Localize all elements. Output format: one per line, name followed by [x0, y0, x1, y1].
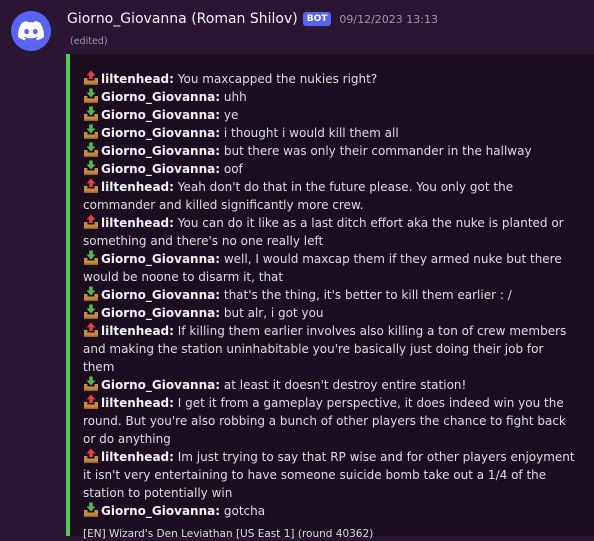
username[interactable]: Giorno_Giovanna (Roman Shilov) [67, 11, 298, 27]
chat-message: Giorno_Giovanna: at least it doesn't des… [83, 376, 577, 394]
chat-message: liltenhead: You can do it like as a last… [83, 214, 577, 250]
message-author: liltenhead: [101, 216, 174, 230]
arrow-down-box-icon [83, 88, 99, 104]
arrow-down-box-icon [83, 304, 99, 320]
timestamp[interactable]: 09/12/2023 13:13 [339, 13, 438, 26]
message-text: at least it doesn't destroy entire stati… [223, 378, 467, 392]
chat-message: Giorno_Giovanna: but alr, i got you [83, 304, 577, 322]
arrow-up-box-icon [83, 70, 99, 86]
chat-message: Giorno_Giovanna: oof [83, 160, 577, 178]
chat-log: liltenhead: You maxcapped the nukies rig… [83, 70, 577, 520]
arrow-down-box-icon [83, 250, 99, 266]
arrow-down-box-icon [83, 106, 99, 122]
chat-message: liltenhead: You maxcapped the nukies rig… [83, 70, 577, 88]
message-text: i thought i would kill them all [223, 126, 399, 140]
message-text: that's the thing, it's better to kill th… [223, 288, 512, 302]
arrow-down-box-icon [83, 286, 99, 302]
message-text: You maxcapped the nukies right? [177, 72, 378, 86]
chat-message: liltenhead: I get it from a gameplay per… [83, 394, 577, 448]
avatar[interactable] [11, 11, 51, 51]
chat-message: liltenhead: Yeah don't do that in the fu… [83, 178, 577, 214]
arrow-down-box-icon [83, 142, 99, 158]
message-author: Giorno_Giovanna: [101, 144, 221, 158]
message-author: liltenhead: [101, 180, 174, 194]
embed-accent-bar [66, 54, 70, 536]
message-embed: liltenhead: You maxcapped the nukies rig… [66, 54, 594, 540]
message-author: Giorno_Giovanna: [101, 504, 221, 518]
message-text: ye [223, 108, 239, 122]
arrow-down-box-icon [83, 502, 99, 518]
chat-message: liltenhead: Im just trying to say that R… [83, 448, 577, 502]
message-author: Giorno_Giovanna: [101, 162, 221, 176]
chat-message: Giorno_Giovanna: well, I would maxcap th… [83, 250, 577, 286]
message-author: Giorno_Giovanna: [101, 90, 221, 104]
message-text: gotcha [223, 504, 266, 518]
chat-message: Giorno_Giovanna: ye [83, 106, 577, 124]
message-author: Giorno_Giovanna: [101, 108, 221, 122]
discord-logo-icon [18, 21, 44, 41]
message-author: liltenhead: [101, 324, 174, 338]
message-author: liltenhead: [101, 450, 174, 464]
message-text: uhh [223, 90, 247, 104]
arrow-up-box-icon [83, 394, 99, 410]
chat-message: Giorno_Giovanna: that's the thing, it's … [83, 286, 577, 304]
arrow-down-box-icon [83, 376, 99, 392]
chat-message: Giorno_Giovanna: gotcha [83, 502, 577, 520]
message-author: liltenhead: [101, 396, 174, 410]
message-author: Giorno_Giovanna: [101, 288, 221, 302]
message-text: oof [223, 162, 243, 176]
arrow-up-box-icon [83, 214, 99, 230]
message-author: Giorno_Giovanna: [101, 306, 221, 320]
chat-message: Giorno_Giovanna: uhh [83, 88, 577, 106]
chat-message: liltenhead: If killing them earlier invo… [83, 322, 577, 376]
message-author: Giorno_Giovanna: [101, 252, 221, 266]
arrow-up-box-icon [83, 322, 99, 338]
chat-message: Giorno_Giovanna: i thought i would kill … [83, 124, 577, 142]
embed-footer: [EN] Wizard's Den Leviathan [US East 1] … [83, 528, 374, 540]
arrow-down-box-icon [83, 160, 99, 176]
bot-badge: BOT [302, 12, 332, 26]
arrow-up-box-icon [83, 178, 99, 194]
chat-message: Giorno_Giovanna: but there was only thei… [83, 142, 577, 160]
message-text: but alr, i got you [223, 306, 324, 320]
arrow-down-box-icon [83, 124, 99, 140]
edited-label: (edited) [70, 36, 108, 47]
message-author: Giorno_Giovanna: [101, 126, 221, 140]
message-header: Giorno_Giovanna (Roman Shilov) BOT 09/12… [67, 9, 438, 29]
message-author: liltenhead: [101, 72, 174, 86]
arrow-up-box-icon [83, 448, 99, 464]
message-text: but there was only their commander in th… [223, 144, 532, 158]
embed-body: liltenhead: You maxcapped the nukies rig… [83, 70, 577, 541]
message-author: Giorno_Giovanna: [101, 378, 221, 392]
